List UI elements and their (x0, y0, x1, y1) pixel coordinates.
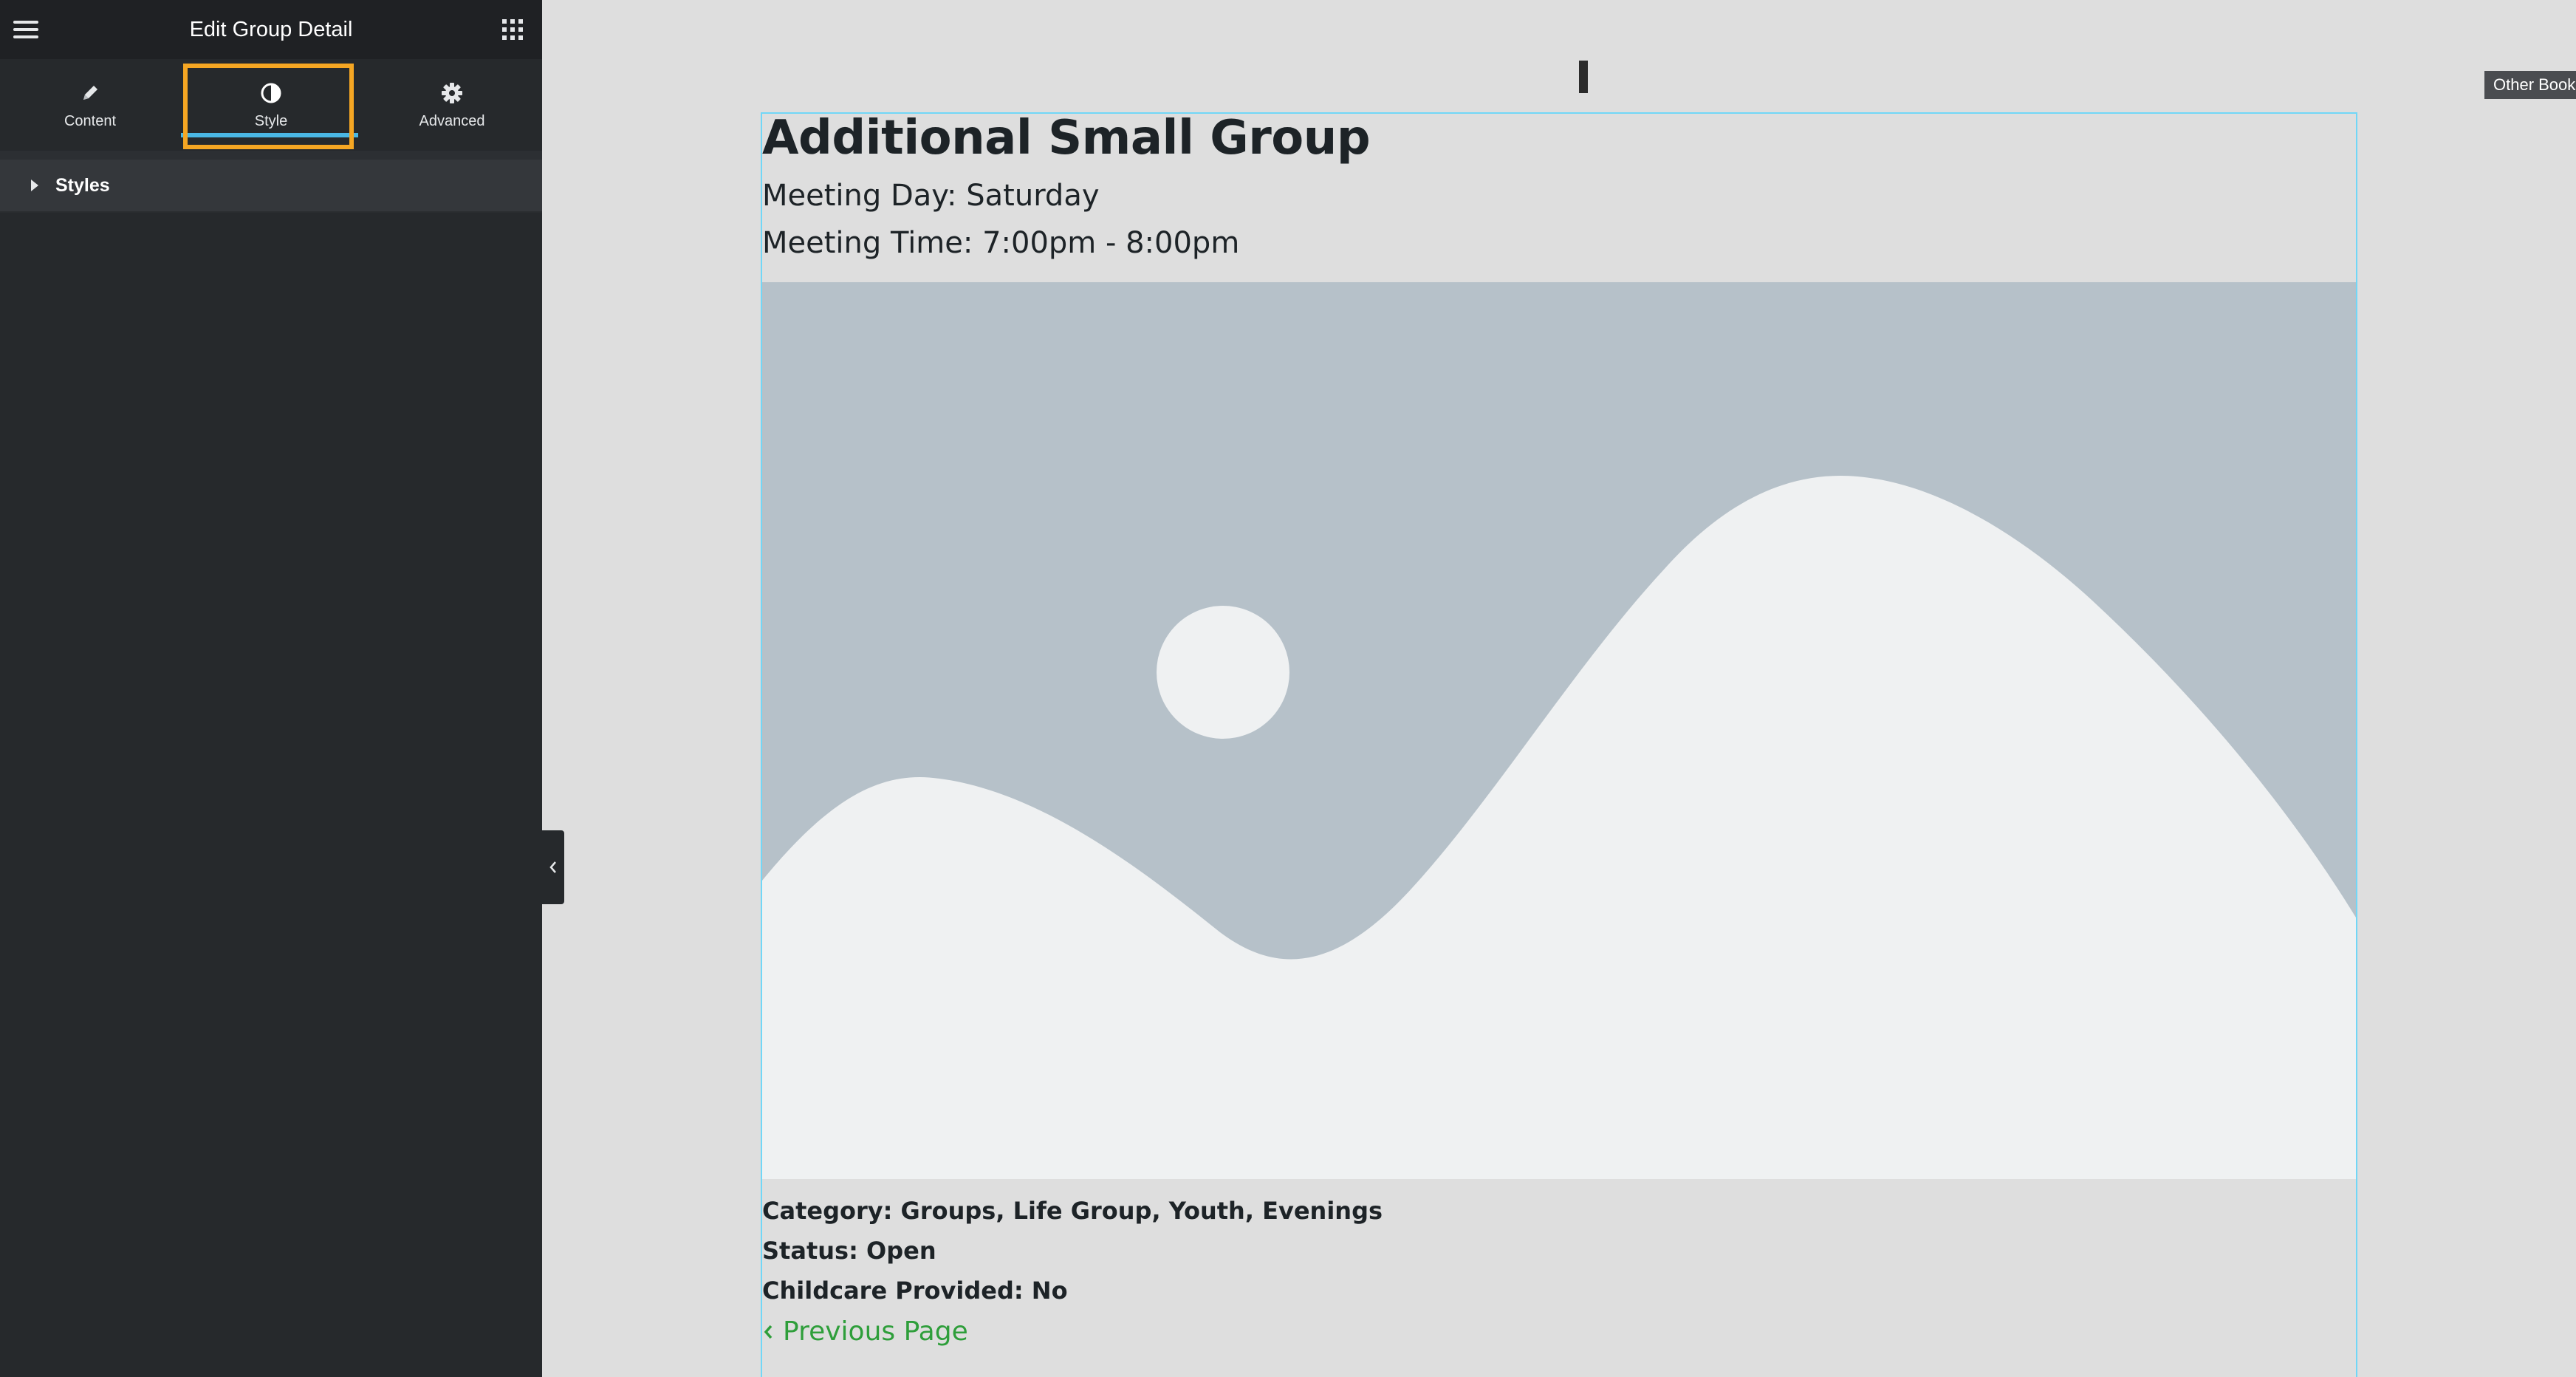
caret-right-icon (31, 180, 38, 191)
apps-grid-icon[interactable] (502, 19, 523, 40)
tab-highlight-outline (183, 64, 354, 149)
group-category: Category: Groups, Life Group, Youth, Eve… (762, 1197, 1383, 1225)
tab-advanced[interactable]: Advanced (362, 59, 542, 151)
meeting-time: Meeting Time: 7:00pm - 8:00pm (762, 226, 1240, 260)
panel-header: Edit Group Detail (0, 0, 542, 59)
styles-section-toggle[interactable]: Styles (0, 160, 542, 213)
tab-content[interactable]: Content (0, 59, 180, 151)
image-placeholder-icon (762, 282, 2356, 1179)
chevron-left-icon (549, 861, 556, 873)
tab-advanced-label: Advanced (419, 112, 485, 129)
meeting-day: Meeting Day: Saturday (762, 179, 1100, 213)
collapse-panel-button[interactable] (542, 830, 564, 904)
previous-page-link[interactable]: Previous Page (762, 1316, 968, 1347)
childcare-provided: Childcare Provided: No (762, 1277, 1068, 1305)
drag-handle[interactable] (1579, 61, 1588, 93)
gear-icon (439, 81, 465, 106)
styles-section-label: Styles (55, 175, 110, 196)
tabs-divider (0, 151, 542, 160)
group-status: Status: Open (762, 1237, 936, 1265)
chevron-left-icon (762, 1323, 774, 1341)
editor-panel: Edit Group Detail Content Style Advanced… (0, 0, 542, 1377)
tooltip: Other Books (2484, 71, 2576, 99)
tab-content-label: Content (64, 112, 117, 129)
pencil-icon (78, 81, 103, 106)
group-title: Additional Small Group (762, 111, 1371, 165)
panel-title: Edit Group Detail (189, 18, 353, 41)
previous-page-label: Previous Page (783, 1316, 968, 1347)
